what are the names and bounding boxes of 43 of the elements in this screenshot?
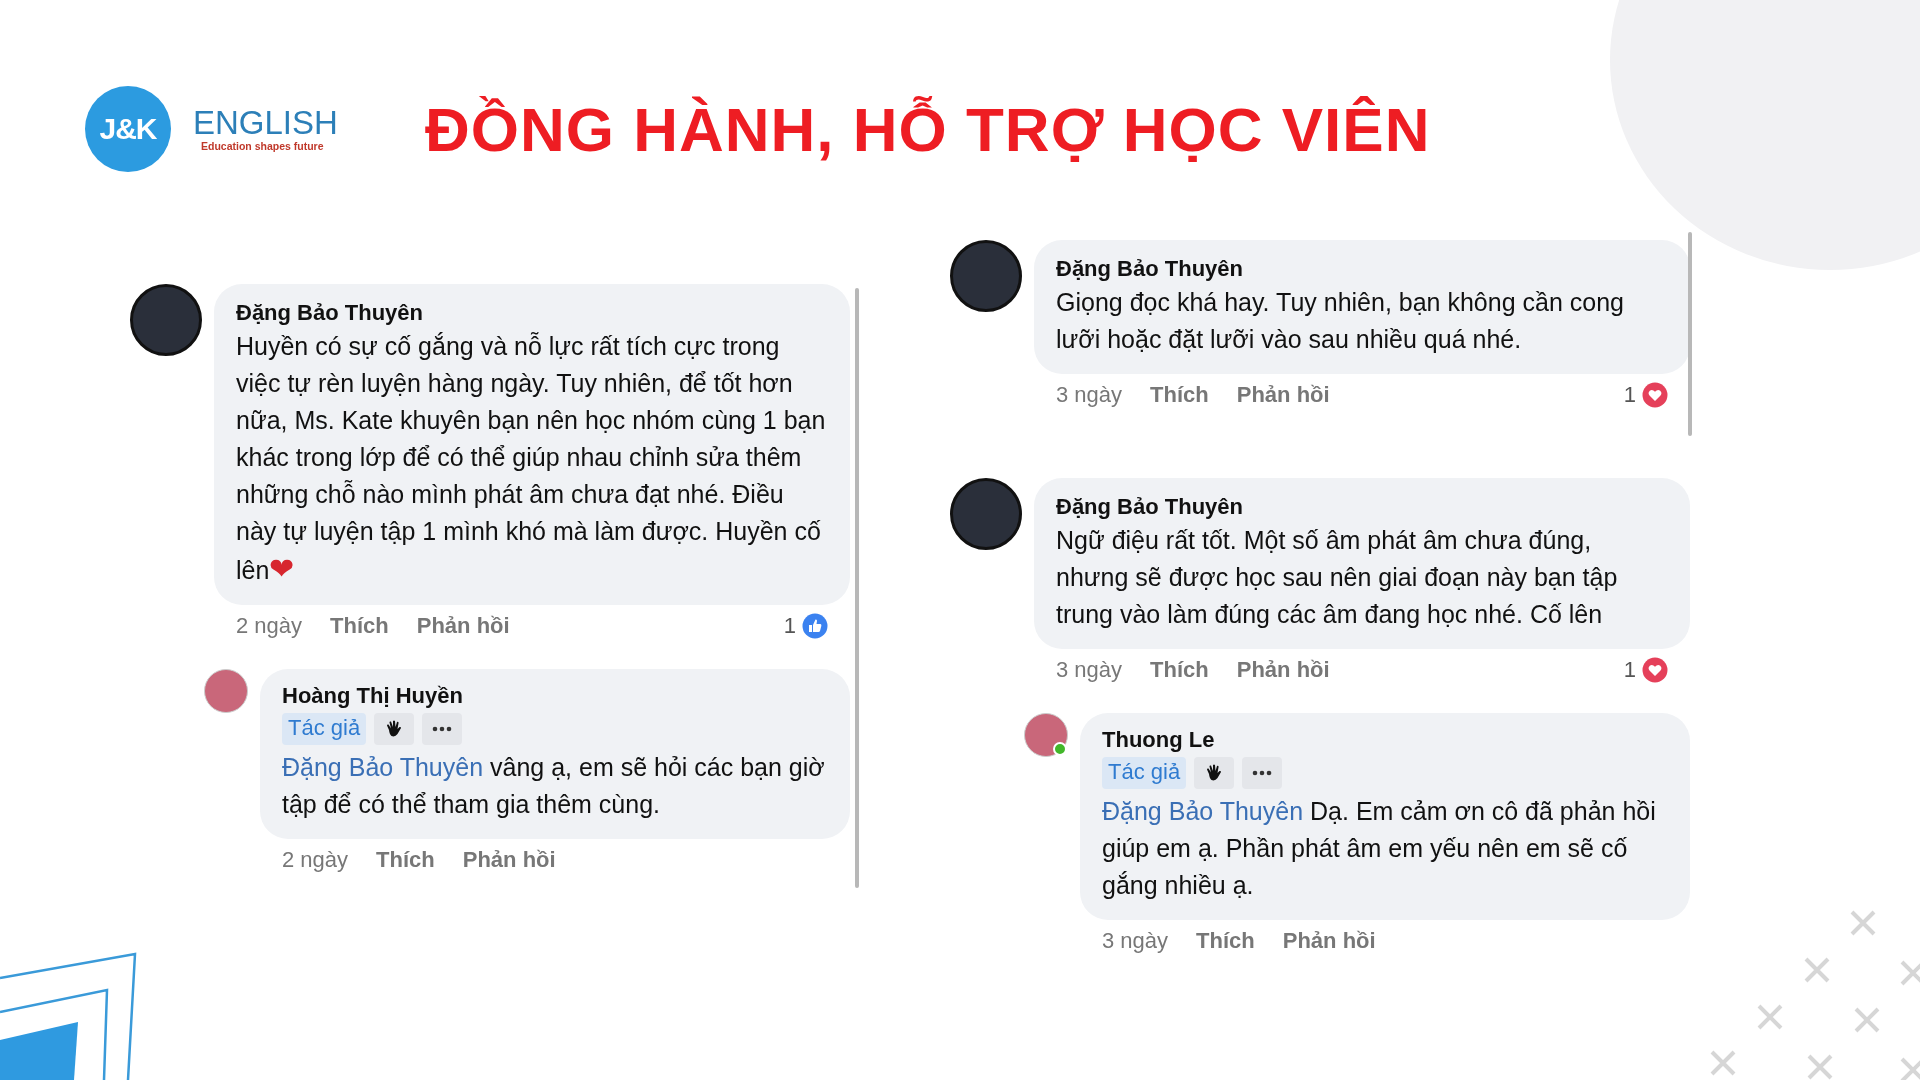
timestamp: 2 ngày	[282, 847, 349, 873]
reply-link[interactable]: Phản hồi	[1236, 382, 1330, 408]
reaction-count: 1	[783, 613, 796, 639]
comment-text: Đặng Bảo Thuyên vâng ạ, em sẽ hỏi các bạn giờ tập để có thể tham gia thêm cùng.	[282, 752, 826, 820]
author-name[interactable]: Hoàng Thị Huyền	[282, 681, 463, 711]
more-button[interactable]	[422, 713, 463, 745]
reaction-count: 1	[1623, 382, 1636, 408]
comment-text: Đặng Bảo Thuyên Dạ. Em cảm ơn cô đã phản hồi giúp em ạ. Phần phát âm em yếu nên em sẽ cố gắng nhiều ạ.	[1102, 796, 1657, 901]
wave-button[interactable]	[1194, 757, 1235, 789]
timestamp: 3 ngày	[1102, 928, 1169, 954]
page-title: ĐỒNG HÀNH, HỖ TRỢ HỌC VIÊN	[425, 93, 1431, 165]
author-badge: Tác giả	[1102, 757, 1187, 789]
like-link[interactable]: Thích	[1150, 382, 1209, 408]
author-badge: Tác giả	[282, 713, 367, 745]
online-status-dot	[1053, 742, 1067, 756]
reply-link[interactable]: Phản hồi	[1236, 657, 1330, 683]
more-icon	[432, 726, 453, 732]
more-icon	[1252, 770, 1273, 776]
timestamp: 3 ngày	[1056, 382, 1123, 408]
logo-tagline: Education shapes future	[201, 140, 325, 152]
author-name[interactable]: Thuong Le	[1102, 725, 1215, 755]
timestamp: 3 ngày	[1056, 657, 1123, 683]
author-name[interactable]: Đặng Bảo Thuyên	[1056, 254, 1243, 284]
author-name[interactable]: Đặng Bảo Thuyên	[1056, 492, 1243, 522]
logo-wordmark: ENGLISH	[193, 106, 338, 140]
reply-link[interactable]: Phản hồi	[416, 613, 510, 639]
logo-mark: J&K	[99, 112, 157, 146]
wave-button[interactable]	[374, 713, 415, 745]
reply-link[interactable]: Phản hồi	[462, 847, 556, 873]
author-name[interactable]: Đặng Bảo Thuyên	[236, 298, 423, 328]
more-button[interactable]	[1242, 757, 1283, 789]
comment-text: Giọng đọc khá hay. Tuy nhiên, bạn không cần cong lưỡi hoặc đặt lưỡi vào sau nhiều quá nhé.	[1056, 287, 1625, 355]
like-link[interactable]: Thích	[1150, 657, 1209, 683]
comment-text: Huyền có sự cố gắng và nỗ lực rất tích cực trong việc tự rèn luyện hàng ngày. Tuy nhiên, để tốt hơn nữa, Ms. Kate khuyên bạn nên học nhóm cùng 1 bạn khác trong lớp để có thể giúp nhau chỉnh sửa thêm những chỗ nào mình phát âm chưa đạt nhé. Điều này tự luyện tập 1 mình khó mà làm được. Huyền cố lên❤	[236, 331, 827, 587]
reaction-count: 1	[1623, 657, 1636, 683]
scrollbar[interactable]	[855, 288, 859, 888]
timestamp: 2 ngày	[236, 613, 303, 639]
comment-text: Ngữ điệu rất tốt. Một số âm phát âm chưa đúng, nhưng sẽ được học sau nên giai đoạn này bạn tập trung vào làm đúng các âm đang học nhé. Cố lên	[1056, 525, 1619, 630]
scrollbar[interactable]	[1688, 232, 1692, 436]
reply-link[interactable]: Phản hồi	[1282, 928, 1376, 954]
like-link[interactable]: Thích	[330, 613, 389, 639]
like-link[interactable]: Thích	[1196, 928, 1255, 954]
like-link[interactable]: Thích	[376, 847, 435, 873]
